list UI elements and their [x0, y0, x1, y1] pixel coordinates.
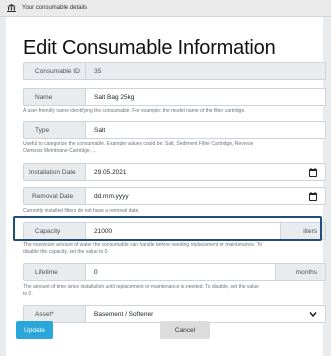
removal-date-label: Removal Date: [23, 187, 86, 205]
lifetime-label: Lifetime: [23, 263, 86, 281]
capacity-help-line-2: disable the capacity, set the value to 0…: [23, 249, 109, 255]
removal-date-input[interactable]: dd.mm.yyyy: [86, 187, 326, 205]
lifetime-input[interactable]: 0: [86, 263, 276, 281]
name-label: Name: [23, 88, 86, 106]
name-row: Name Salt Bag 25kg: [23, 88, 326, 106]
consumable-form-card: Edit Consumable Information Consumable I…: [6, 17, 326, 356]
calendar-icon[interactable]: [309, 168, 317, 177]
name-input[interactable]: Salt Bag 25kg: [86, 88, 326, 106]
page-title: Edit Consumable Information: [23, 37, 276, 59]
consumable-id-field: 35: [86, 62, 326, 80]
consumable-id-row: Consumable ID 35: [23, 62, 326, 80]
lifetime-row: Lifetime 0 months: [23, 263, 326, 281]
asset-selected-value: Basement / Softener: [94, 310, 154, 318]
installation-date-value: 29.05.2021: [94, 168, 127, 176]
installation-date-input[interactable]: 29.05.2021: [86, 163, 326, 181]
removal-date-help: Currently installed filters do not have …: [23, 208, 140, 214]
update-button[interactable]: Update: [16, 321, 53, 339]
type-row: Type Salt: [23, 121, 326, 139]
type-help-line-2: Osmosis Membrane Cartridge, ...: [23, 148, 97, 154]
type-input[interactable]: Salt: [86, 121, 326, 139]
consumable-id-label: Consumable ID: [23, 62, 86, 80]
cancel-button[interactable]: Cancel: [160, 321, 210, 339]
type-label: Type: [23, 121, 86, 139]
capacity-highlight-box: [13, 216, 322, 241]
lifetime-help-line-1: The amount of time since installation un…: [23, 284, 259, 290]
bank-icon: [7, 4, 16, 12]
page-header: Your consumable details: [0, 0, 331, 17]
removal-date-placeholder: dd.mm.yyyy: [94, 192, 129, 200]
name-help: A user-friendly name identifying the con…: [23, 108, 246, 114]
header-title: Your consumable details: [22, 5, 88, 11]
removal-date-row: Removal Date dd.mm.yyyy: [23, 187, 326, 205]
installation-date-label: Installation Date: [23, 163, 86, 181]
type-help-line-1: Useful to categorize the consumable. Exa…: [23, 141, 254, 147]
lifetime-help-line-2: to 0.: [23, 291, 33, 297]
installation-date-row: Installation Date 29.05.2021: [23, 163, 326, 181]
calendar-icon[interactable]: [309, 192, 317, 201]
capacity-help-line-1: The maximum amount of water the consumab…: [23, 242, 262, 248]
lifetime-unit: months: [276, 263, 326, 281]
chevron-down-icon: [309, 311, 317, 318]
